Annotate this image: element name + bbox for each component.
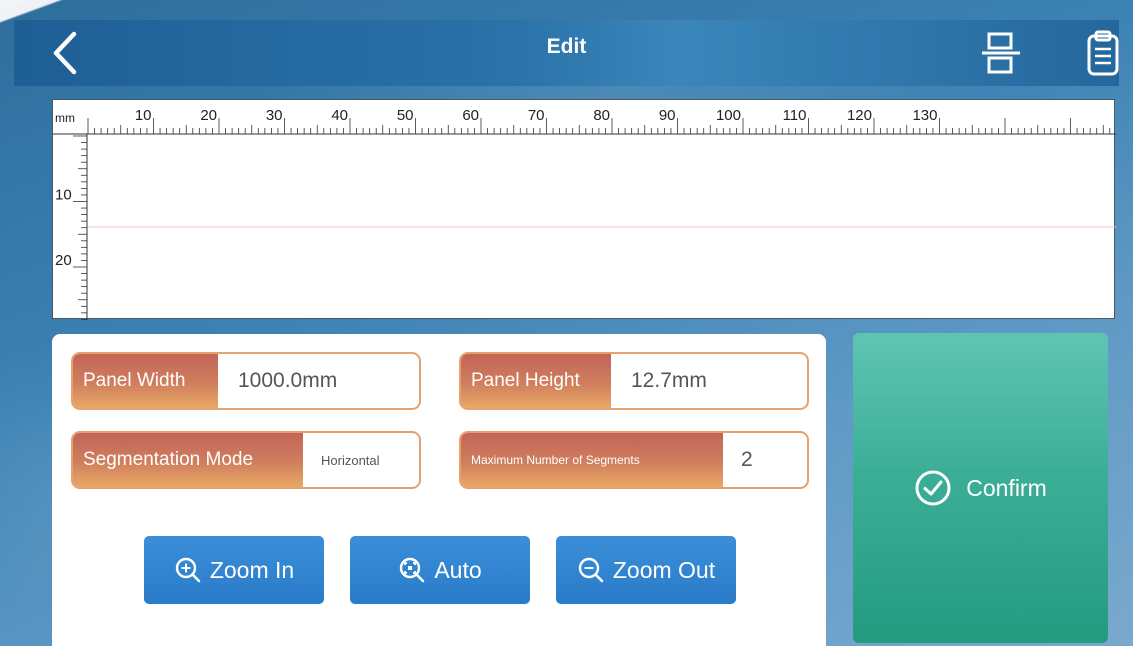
ruler: mm 10 20 30 40 50 60 70 80 90 100 110 120 130 10 20 <box>53 107 1116 320</box>
top-ruler-label: 40 <box>331 107 348 124</box>
top-ruler-label: 100 <box>716 107 741 124</box>
side-ruler-label: 20 <box>55 252 72 269</box>
max-segments-field[interactable]: Maximum Number of Segments 2 <box>459 431 809 489</box>
zoom-out-button[interactable]: Zoom Out <box>556 536 736 604</box>
clipboard-icon[interactable] <box>1083 30 1123 78</box>
top-ruler-label: 110 <box>783 107 807 124</box>
panel-width-field[interactable]: Panel Width 1000.0mm <box>71 352 421 410</box>
side-ruler-label: 10 <box>55 187 72 204</box>
zoom-in-icon <box>175 557 201 583</box>
auto-fit-icon <box>400 557 425 583</box>
auto-label: Auto <box>434 556 482 583</box>
zoom-out-icon <box>578 557 604 583</box>
top-ruler-label: 120 <box>847 107 872 124</box>
top-ruler-label: 20 <box>200 107 217 124</box>
top-ruler-label: 130 <box>912 107 937 124</box>
zoom-out-label: Zoom Out <box>612 556 716 583</box>
panel-height-label: Panel Height <box>461 354 611 408</box>
top-ruler-label: 80 <box>593 107 610 124</box>
top-ruler-label: 90 <box>659 107 676 124</box>
segmentation-mode-value[interactable]: Horizontal <box>303 433 380 487</box>
segmentation-mode-label: Segmentation Mode <box>73 433 303 487</box>
zoom-in-label: Zoom In <box>209 556 295 583</box>
confirm-label: Confirm <box>966 474 1047 501</box>
max-segments-value[interactable]: 2 <box>723 433 753 487</box>
zoom-in-button[interactable]: Zoom In <box>144 536 324 604</box>
top-ruler-label: 70 <box>528 107 545 124</box>
page-title: Edit <box>546 35 587 58</box>
panel-width-value[interactable]: 1000.0mm <box>218 354 337 408</box>
panel-height-value[interactable]: 12.7mm <box>611 354 707 408</box>
max-segments-label: Maximum Number of Segments <box>461 433 723 487</box>
top-ruler-label: 30 <box>266 107 283 124</box>
panel-width-label: Panel Width <box>73 354 218 408</box>
segmentation-mode-field[interactable]: Segmentation Mode Horizontal <box>71 431 421 489</box>
check-circle-icon <box>915 470 951 506</box>
ruler-unit-label: mm <box>55 111 75 125</box>
panel-height-field[interactable]: Panel Height 12.7mm <box>459 352 809 410</box>
panel-preview[interactable]: mm 10 20 30 40 50 60 70 80 90 100 110 120 130 10 20 <box>52 99 1116 320</box>
split-panel-icon[interactable] <box>976 29 1026 77</box>
auto-button[interactable]: Auto <box>350 536 530 604</box>
top-ruler-label: 10 <box>135 107 152 124</box>
top-ruler-label: 50 <box>397 107 414 124</box>
top-ruler-label: 60 <box>462 107 479 124</box>
confirm-button[interactable]: Confirm <box>853 333 1108 643</box>
